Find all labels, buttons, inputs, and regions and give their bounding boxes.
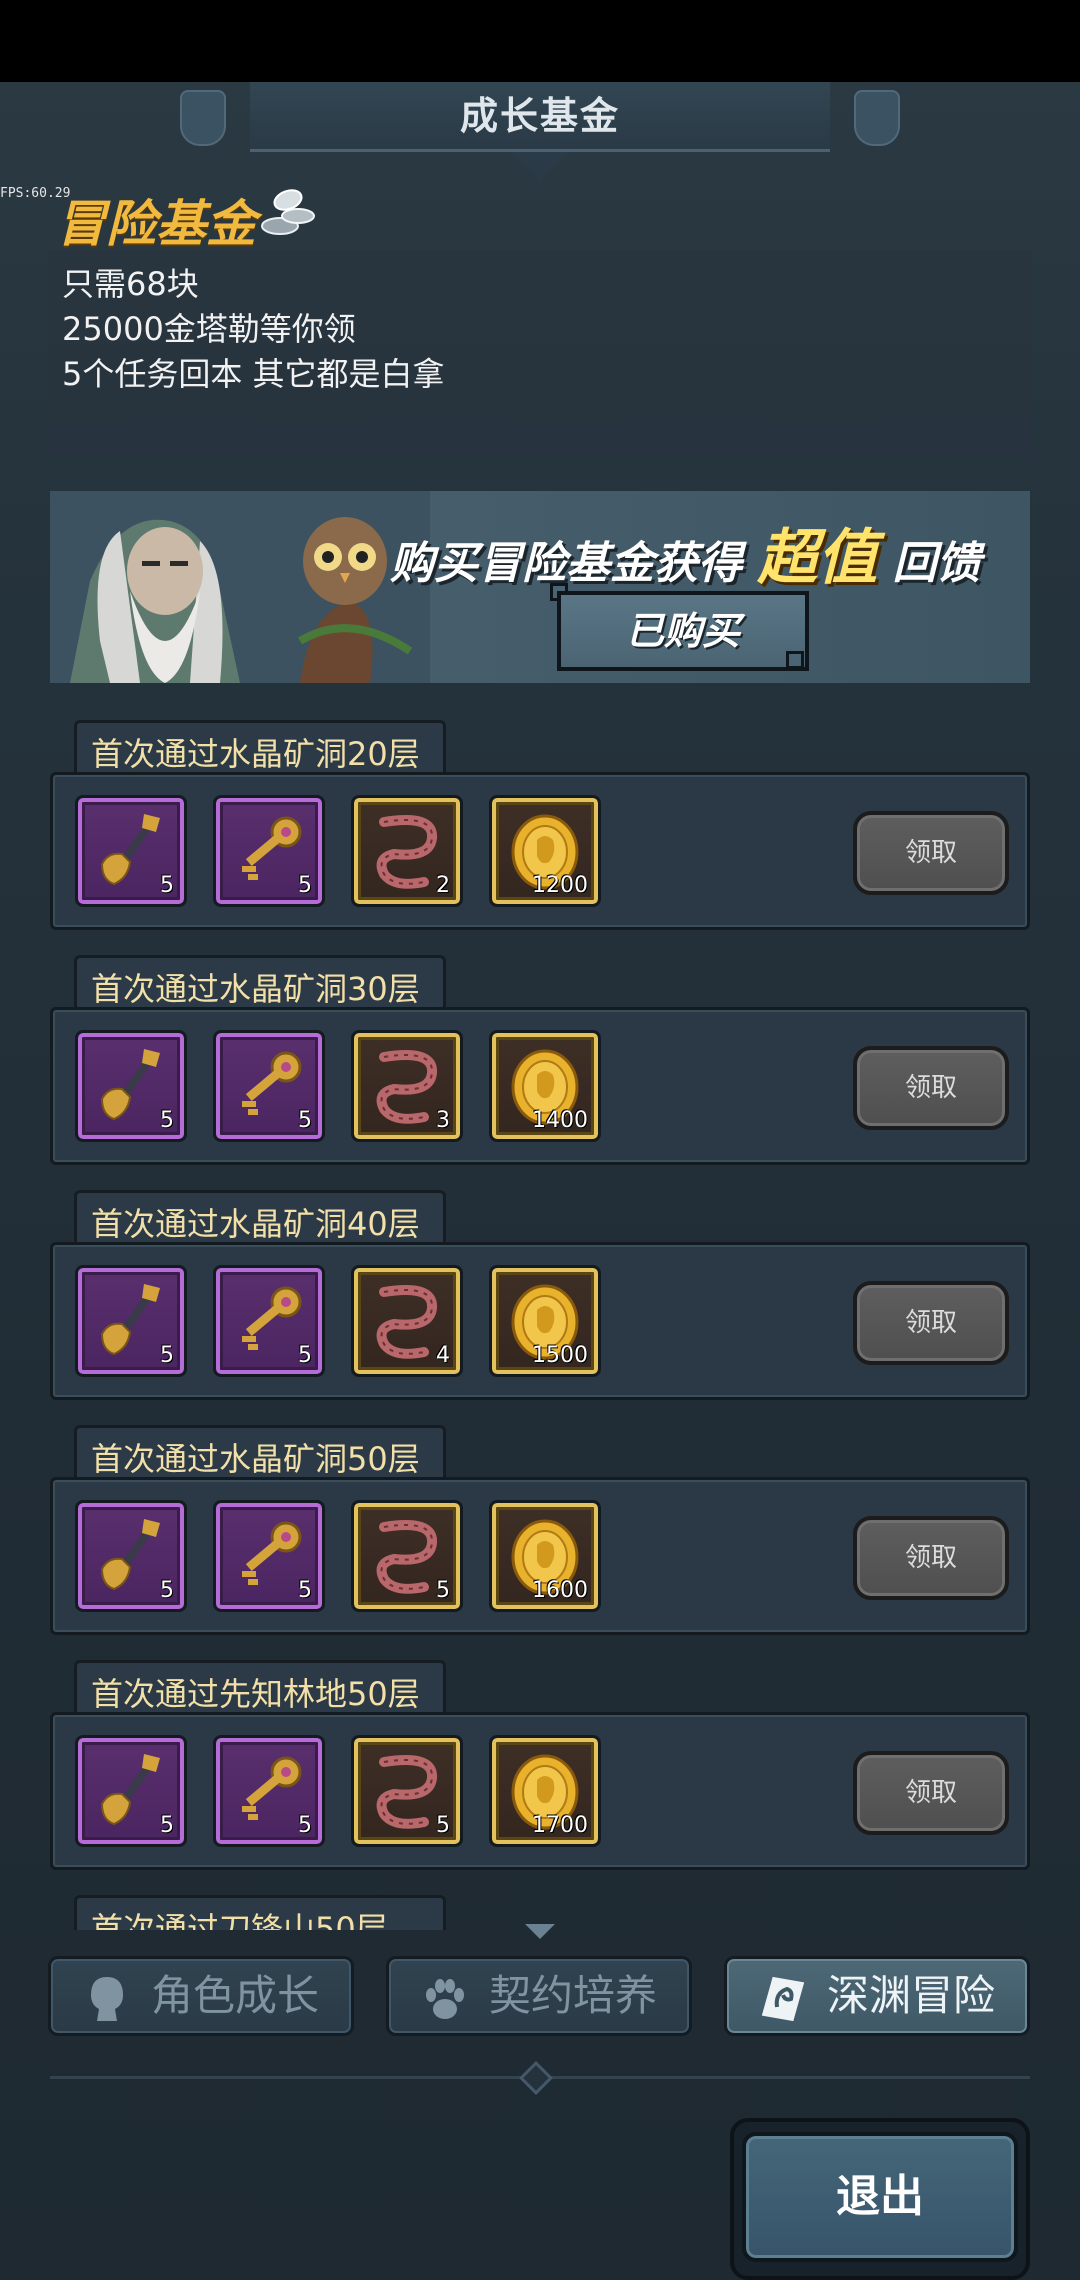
- button-corner-decoration: [786, 651, 804, 669]
- exit-button[interactable]: 退出: [742, 2132, 1018, 2262]
- reward-count: 5: [436, 1578, 450, 1603]
- task-row: 首次通过先知林地50层 5 5 5 1700 领取: [0, 1660, 1080, 1870]
- silver-coins-icon: [261, 189, 315, 235]
- reward-panel: 5 5 5 1600 领取: [50, 1477, 1030, 1635]
- fund-description: 只需68块 25000金塔勒等你领 5个任务回本 其它都是白拿: [48, 250, 1032, 456]
- reward-count: 3: [436, 1108, 450, 1133]
- description-line: 25000金塔勒等你领: [62, 310, 356, 348]
- task-title: 首次通过刀锋山50层: [91, 1910, 388, 1930]
- reward-panel: 5 5 5 1700 领取: [50, 1712, 1030, 1870]
- reward-item[interactable]: 5: [75, 1735, 187, 1847]
- reward-count: 5: [160, 1343, 174, 1368]
- task-row: 首次通过水晶矿洞20层 5 5 2 1200 领取: [0, 720, 1080, 930]
- reward-item[interactable]: 5: [213, 1735, 325, 1847]
- banner-text-highlight: 超值: [757, 523, 878, 593]
- task-title: 首次通过水晶矿洞40层: [91, 1205, 420, 1243]
- reward-count: 4: [436, 1343, 450, 1368]
- reward-count: 1600: [532, 1578, 588, 1603]
- status-bar: [0, 0, 1080, 82]
- reward-count: 5: [298, 1813, 312, 1838]
- claim-button[interactable]: 领取: [853, 1281, 1009, 1365]
- task-tab: 首次通过水晶矿洞30层: [74, 955, 446, 1011]
- tab-label: 角色成长: [151, 1971, 320, 2020]
- fund-title: 冒险基金: [56, 194, 256, 253]
- claim-button[interactable]: 领取: [853, 1516, 1009, 1600]
- reward-item[interactable]: 5: [75, 1500, 187, 1612]
- description-line: 只需68块: [62, 265, 199, 303]
- banner-promo-text: 购买冒险基金获得 超值 回馈: [390, 509, 981, 596]
- reward-item[interactable]: 5: [213, 1030, 325, 1142]
- banner-text-before: 购买冒险基金获得: [390, 538, 742, 589]
- task-tab: 首次通过水晶矿洞50层: [74, 1425, 446, 1481]
- header: 成长基金: [0, 82, 1080, 192]
- task-row: 首次通过水晶矿洞40层 5 5 4 1500 领取: [0, 1190, 1080, 1400]
- reward-count: 5: [160, 1578, 174, 1603]
- reward-count: 1200: [532, 873, 588, 898]
- reward-item[interactable]: 1700: [489, 1735, 601, 1847]
- purchased-button[interactable]: 已购买: [557, 591, 809, 671]
- task-tab: 首次通过水晶矿洞20层: [74, 720, 446, 776]
- reward-item[interactable]: 5: [213, 795, 325, 907]
- reward-count: 5: [160, 1108, 174, 1133]
- reward-item[interactable]: 1600: [489, 1500, 601, 1612]
- reward-panel: 5 5 4 1500 领取: [50, 1242, 1030, 1400]
- reward-item[interactable]: 5: [213, 1500, 325, 1612]
- task-title: 首次通过先知林地50层: [91, 1675, 420, 1713]
- task-list[interactable]: 首次通过水晶矿洞20层 5 5 2 1200 领取 首次通过水晶矿洞30层 5 …: [0, 720, 1080, 1930]
- reward-item[interactable]: 5: [75, 1030, 187, 1142]
- reward-item[interactable]: 5: [75, 1265, 187, 1377]
- reward-item[interactable]: 1500: [489, 1265, 601, 1377]
- task-title: 首次通过水晶矿洞30层: [91, 970, 420, 1008]
- reward-item[interactable]: 2: [351, 795, 463, 907]
- tab-label: 契约培养: [489, 1971, 658, 2020]
- reward-item[interactable]: 1400: [489, 1030, 601, 1142]
- reward-count: 5: [436, 1813, 450, 1838]
- tab-character-growth[interactable]: 角色成长: [48, 1956, 354, 2036]
- growth-fund-screen: 成长基金 FPS:60.29 冒险基金 只需68块 25000金塔勒等你领 5个…: [0, 82, 1080, 2280]
- paw-icon: [426, 1979, 464, 2019]
- reward-count: 1400: [532, 1108, 588, 1133]
- reward-item[interactable]: 4: [351, 1265, 463, 1377]
- abyss-rune-icon: [761, 1976, 805, 2022]
- task-tab: 首次通过水晶矿洞40层: [74, 1190, 446, 1246]
- task-tab: 首次通过先知林地50层: [74, 1660, 446, 1716]
- page-title: 成长基金: [459, 94, 620, 138]
- wizard-and-owl-art: [50, 491, 430, 683]
- character-head-icon: [91, 1977, 123, 2021]
- tab-abyss-adventure[interactable]: 深渊冒险: [724, 1956, 1030, 2036]
- reward-count: 2: [436, 873, 450, 898]
- reward-item[interactable]: 5: [213, 1265, 325, 1377]
- claim-button[interactable]: 领取: [853, 811, 1009, 895]
- reward-item[interactable]: 5: [75, 795, 187, 907]
- reward-count: 5: [298, 1578, 312, 1603]
- task-row: 首次通过水晶矿洞30层 5 5 3 1400 领取: [0, 955, 1080, 1165]
- reward-count: 1500: [532, 1343, 588, 1368]
- task-tab: 首次通过刀锋山50层: [74, 1895, 446, 1930]
- reward-count: 5: [298, 1108, 312, 1133]
- banner-text-after: 回馈: [892, 538, 981, 589]
- task-title: 首次通过水晶矿洞50层: [91, 1440, 420, 1478]
- task-title: 首次通过水晶矿洞20层: [91, 735, 420, 773]
- claim-button[interactable]: 领取: [853, 1751, 1009, 1835]
- reward-count: 5: [160, 1813, 174, 1838]
- tab-contract-training[interactable]: 契约培养: [386, 1956, 692, 2036]
- tab-label: 深渊冒险: [827, 1971, 996, 2020]
- reward-item[interactable]: 5: [351, 1500, 463, 1612]
- fund-banner: 购买冒险基金获得 超值 回馈 已购买: [50, 491, 1030, 683]
- description-line: 5个任务回本 其它都是白拿: [62, 355, 445, 393]
- reward-panel: 5 5 2 1200 领取: [50, 772, 1030, 930]
- claim-button[interactable]: 领取: [853, 1046, 1009, 1130]
- reward-count: 5: [298, 1343, 312, 1368]
- reward-count: 1700: [532, 1813, 588, 1838]
- reward-count: 5: [298, 873, 312, 898]
- reward-count: 5: [160, 873, 174, 898]
- divider-gem-icon: [519, 2061, 553, 2095]
- task-row: 首次通过水晶矿洞50层 5 5 5 1600 领取: [0, 1425, 1080, 1635]
- reward-item[interactable]: 1200: [489, 795, 601, 907]
- reward-panel: 5 5 3 1400 领取: [50, 1007, 1030, 1165]
- scroll-down-indicator-icon: [525, 1924, 555, 1939]
- reward-item[interactable]: 3: [351, 1030, 463, 1142]
- reward-item[interactable]: 5: [351, 1735, 463, 1847]
